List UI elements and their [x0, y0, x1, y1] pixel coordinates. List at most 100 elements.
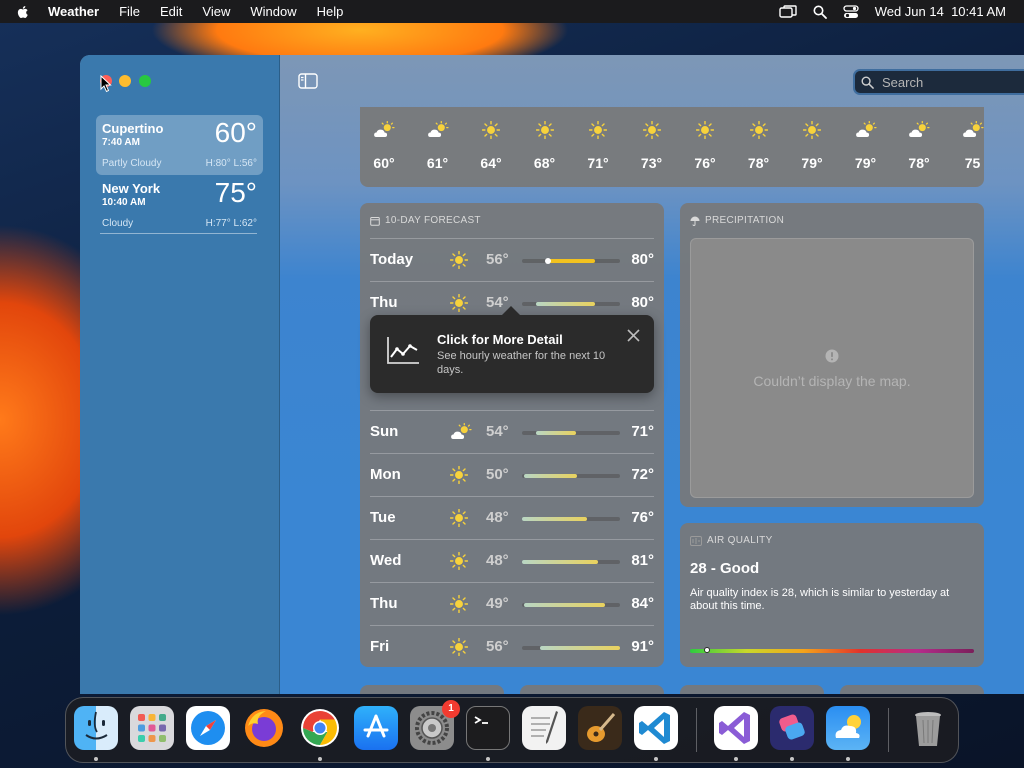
partly-cloudy-icon [364, 121, 404, 139]
sun-icon [739, 121, 779, 139]
menu-file[interactable]: File [109, 4, 150, 19]
temperature-range-fill [535, 302, 596, 306]
partly-cloudy-icon [899, 121, 939, 139]
sun-icon [449, 637, 469, 661]
dock-finder-icon[interactable] [74, 706, 118, 750]
more-detail-tooltip[interactable]: Click for More Detail See hourly weather… [370, 306, 654, 393]
sun-icon [449, 465, 469, 489]
temperature-range-bar [522, 560, 620, 564]
sun-icon [578, 121, 618, 139]
location-name: New York [102, 181, 161, 196]
dock-system-settings-icon[interactable]: 1 [410, 700, 460, 750]
temperature-range-fill [549, 259, 596, 263]
forecast-card-title: 10-DAY FORECAST [370, 215, 481, 226]
spotlight-search-icon[interactable] [813, 5, 827, 19]
dock-launchpad-icon[interactable] [130, 706, 174, 750]
card-stub [680, 685, 824, 694]
menu-view[interactable]: View [192, 4, 240, 19]
mouse-cursor-icon [100, 75, 112, 93]
dock-vscode-icon[interactable] [634, 706, 678, 750]
visual-studio-icon [719, 712, 750, 744]
window-zoom-button[interactable] [139, 75, 151, 87]
dock-running-indicator [734, 757, 738, 761]
tooltip-title: Click for More Detail [437, 332, 563, 347]
location-name: Cupertino [102, 121, 164, 136]
sidebar-toggle-icon[interactable] [298, 73, 318, 89]
location-item-cupertino[interactable]: Cupertino 7:40 AM 60° Partly Cloudy H:80… [96, 115, 263, 175]
card-stub [840, 685, 984, 694]
dock-trash-icon[interactable] [906, 706, 950, 750]
air-quality-card[interactable]: AIR QUALITY 28 - Good Air quality index … [680, 523, 984, 667]
dock-running-indicator [318, 757, 322, 761]
forecast-high: 80° [631, 251, 654, 268]
trash-icon [915, 712, 941, 746]
forecast-low: 54° [486, 423, 509, 440]
forecast-row[interactable]: Thu 49° 84° [370, 582, 654, 626]
location-condition: Cloudy [102, 218, 134, 229]
menu-bar: Weather File Edit View Window Help Wed J… [0, 0, 1024, 23]
forecast-row[interactable]: Today 56° 80° [370, 238, 654, 282]
precipitation-card[interactable]: PRECIPITATION Couldn’t display the map. [680, 203, 984, 507]
precipitation-map[interactable]: Couldn’t display the map. [690, 238, 974, 498]
dock-app-store-icon[interactable] [354, 706, 398, 750]
dock-separator [888, 708, 889, 752]
hourly-temperature: 68° [533, 155, 556, 171]
dock-weather-icon[interactable] [826, 706, 870, 750]
hourly-temperature: 78° [747, 155, 770, 171]
dock-safari-icon[interactable] [186, 706, 230, 750]
menu-edit[interactable]: Edit [150, 4, 192, 19]
forecast-row[interactable]: Mon 50° 72° [370, 453, 654, 497]
hourly-temperature: 64° [480, 155, 502, 171]
hourly-item: 64° [471, 121, 511, 171]
dock-separator [696, 708, 697, 752]
launchpad-grid-icon [138, 714, 166, 742]
search-field[interactable] [853, 69, 1024, 95]
forecast-high: 76° [631, 509, 654, 526]
apple-logo-icon[interactable] [14, 3, 32, 21]
current-temperature-dot [545, 258, 552, 264]
search-icon [861, 76, 874, 89]
window-minimize-button[interactable] [119, 75, 131, 87]
control-center-icon[interactable] [843, 4, 859, 19]
sun-icon [449, 594, 469, 618]
hourly-item: 78° [899, 121, 939, 171]
search-input[interactable] [880, 73, 1024, 91]
dock-garageband-icon[interactable] [578, 706, 622, 750]
menu-clock[interactable]: Wed Jun 14 10:41 AM [875, 4, 1006, 19]
notification-badge: 1 [442, 700, 460, 718]
hourly-forecast-card[interactable]: 60° 61° 64° 68° 71° 73° 76° 78° 79° 79° 78° 75 [360, 107, 984, 187]
hourly-item: 60° [364, 121, 404, 171]
dock-chrome-icon[interactable] [298, 706, 342, 750]
dock-shortcuts-icon[interactable] [770, 706, 814, 750]
dock-textedit-icon[interactable] [522, 706, 566, 750]
dock: 1 [65, 697, 959, 763]
forecast-low: 50° [486, 466, 509, 483]
location-item-new-york[interactable]: New York 10:40 AM 75° Cloudy H:77° L:62° [96, 175, 263, 235]
dock-visual-studio-icon[interactable] [714, 706, 758, 750]
menu-app-name[interactable]: Weather [38, 4, 109, 19]
dock-running-indicator [486, 757, 490, 761]
forecast-low: 48° [486, 509, 509, 526]
temperature-range-bar [522, 603, 620, 607]
location-condition: Partly Cloudy [102, 158, 162, 169]
forecast-low: 48° [486, 552, 509, 569]
shortcuts-icon [779, 714, 805, 740]
dock-firefox-icon[interactable] [242, 706, 286, 750]
close-icon[interactable] [627, 329, 640, 342]
menu-window[interactable]: Window [240, 4, 306, 19]
menu-help[interactable]: Help [307, 4, 354, 19]
sun-icon [792, 121, 832, 139]
air-quality-title-text: AIR QUALITY [707, 535, 773, 546]
temperature-range-fill [539, 646, 620, 650]
forecast-day: Sun [370, 423, 399, 440]
dock-running-indicator [654, 757, 658, 761]
screen-mirroring-icon[interactable] [779, 4, 797, 19]
forecast-row[interactable]: Tue 48° 76° [370, 496, 654, 540]
forecast-row[interactable]: Sun 54° 71° [370, 410, 654, 454]
calendar-icon [370, 216, 380, 226]
forecast-day: Thu [370, 595, 398, 612]
forecast-row[interactable]: Wed 48° 81° [370, 539, 654, 583]
ten-day-forecast-card[interactable]: 10-DAY FORECAST Today 56° 80° Thu 54° 80° Sun 5… [360, 203, 664, 667]
forecast-row[interactable]: Fri 56° 91° [370, 625, 654, 669]
dock-terminal-icon[interactable] [466, 706, 510, 750]
